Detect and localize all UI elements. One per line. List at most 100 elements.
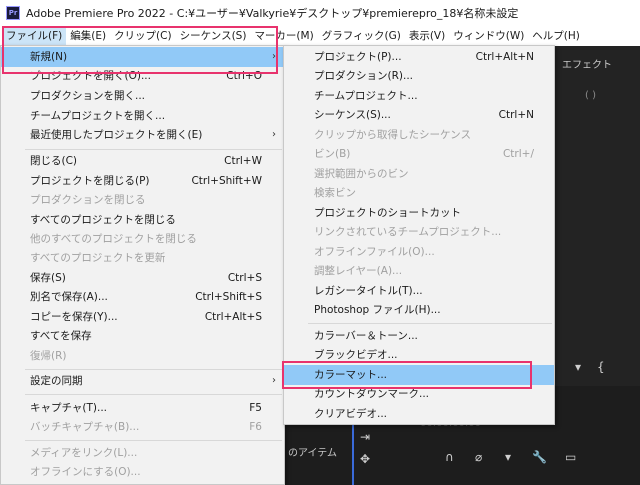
new-menu-project[interactable]: プロジェクト(P)... Ctrl+Alt+N [284,47,554,67]
menu-item-shortcut: Ctrl+Alt+S [204,310,262,323]
file-menu-open-team-project[interactable]: チームプロジェクトを開く... [1,106,284,126]
file-menu-open-recent[interactable]: 最近使用したプロジェクトを開く(E) › [1,125,284,145]
file-menu-close-other-projects[interactable]: 他のすべてのプロジェクトを閉じる [1,229,284,249]
new-menu-linked-team-project[interactable]: リンクされているチームプロジェクト... [284,222,554,242]
menu-view[interactable]: 表示(V) [405,27,449,45]
menu-separator [25,440,282,441]
menu-item-shortcut: Ctrl+W [224,154,262,167]
menu-item-shortcut: Ctrl+N [498,108,534,121]
menu-item-label: チームプロジェクトを開く... [30,110,166,123]
menu-item-label: 他のすべてのプロジェクトを閉じる [30,233,197,246]
new-menu-production[interactable]: プロダクション(R)... [284,66,554,86]
background-panel-top-right [555,46,640,386]
menu-item-label: クリップから取得したシーケンス [314,129,471,142]
menu-item-label: バッチキャプチャ(B)... [30,421,140,434]
menu-item-label: ビン(B) [314,148,351,161]
panel-paren: ( ) [585,90,596,101]
file-menu-dropdown: 新規(N) › プロジェクトを開く(O)... Ctrl+O プロダクションを開… [0,45,285,485]
menu-separator [25,149,282,150]
window-title: Adobe Premiere Pro 2022 - C:¥ユーザー¥Valkyr… [26,7,519,20]
new-menu-bin[interactable]: ビン(B) Ctrl+/ [284,144,554,164]
menu-item-shortcut: Ctrl+Shift+W [191,174,262,187]
chevron-right-icon: › [272,375,276,387]
new-menu-offline-file[interactable]: オフラインファイル(O)... [284,242,554,262]
new-menu-search-bin[interactable]: 検索ビン [284,183,554,203]
menu-item-label: プロジェクト(P)... [314,51,402,64]
menu-item-shortcut: F6 [249,420,262,433]
file-menu-save-copy[interactable]: コピーを保存(Y)... Ctrl+Alt+S [1,307,284,327]
menu-item-label: キャプチャ(T)... [30,402,108,415]
ripple-edit-icon[interactable]: ✥ [360,452,370,466]
menu-item-label: すべてを保存 [30,330,92,343]
menu-item-shortcut: Ctrl+/ [502,147,534,160]
menu-separator [308,323,552,324]
new-menu-bin-from-selection[interactable]: 選択範囲からのビン [284,164,554,184]
menu-item-label: 別名で保存(A)... [30,291,108,304]
menu-item-label: 閉じる(C) [30,155,78,168]
new-menu-sequence-from-clip[interactable]: クリップから取得したシーケンス [284,125,554,145]
file-menu-revert[interactable]: 復帰(R) [1,346,284,366]
menu-item-label: 設定の同期 [30,375,83,388]
menu-item-label: プロジェクトのショートカット [314,207,461,220]
menu-item-label: すべてのプロジェクトを更新 [30,252,166,265]
file-menu-refresh-all[interactable]: すべてのプロジェクトを更新 [1,248,284,268]
file-menu-save-all[interactable]: すべてを保存 [1,326,284,346]
menu-item-label: チームプロジェクト... [314,90,418,103]
menu-item-label: 最近使用したプロジェクトを開く(E) [30,129,203,142]
premiere-app-icon: Pr [6,6,20,20]
menu-item-label: 選択範囲からのビン [314,168,409,181]
new-menu-team-project[interactable]: チームプロジェクト... [284,86,554,106]
menu-item-label: 復帰(R) [30,350,67,363]
menu-item-label: すべてのプロジェクトを閉じる [30,214,176,227]
menu-item-shortcut: Ctrl+S [227,271,262,284]
file-menu-link-media[interactable]: メディアをリンク(L)... [1,443,284,463]
new-menu-project-shortcut[interactable]: プロジェクトのショートカット [284,203,554,223]
file-menu-sync-settings[interactable]: 設定の同期 › [1,371,284,391]
file-menu-capture[interactable]: キャプチャ(T)... F5 [1,398,284,418]
marker-add-icon[interactable]: ▾ [505,450,511,464]
file-menu-close-production[interactable]: プロダクションを閉じる [1,190,284,210]
menu-item-label: プロダクション(R)... [314,70,414,83]
wrench-icon[interactable]: 🔧 [532,450,547,464]
new-menu-sequence[interactable]: シーケンス(S)... Ctrl+N [284,105,554,125]
menu-separator [25,394,282,395]
menu-separator [25,369,282,370]
menu-item-label: リンクされているチームプロジェクト... [314,226,502,239]
menu-graphics[interactable]: グラフィック(G) [318,27,405,45]
menu-item-label: カラーバー＆トーン... [314,330,418,343]
new-menu-photoshop-file[interactable]: Photoshop ファイル(H)... [284,300,554,320]
file-menu-close[interactable]: 閉じる(C) Ctrl+W [1,151,284,171]
menu-item-label: コピーを保存(Y)... [30,311,118,324]
file-menu-close-all-projects[interactable]: すべてのプロジェクトを閉じる [1,210,284,230]
menu-item-label: クリアビデオ... [314,408,388,421]
file-menu-save-as[interactable]: 別名で保存(A)... Ctrl+Shift+S [1,287,284,307]
chevron-right-icon: › [272,129,276,141]
menu-item-label: ブラックビデオ... [314,349,398,362]
snap-icon[interactable]: ∩ [445,450,454,464]
file-menu-close-project[interactable]: プロジェクトを閉じる(P) Ctrl+Shift+W [1,171,284,191]
captions-icon[interactable]: ▭ [565,450,576,464]
menu-item-label: 検索ビン [314,187,356,200]
in-point-icon[interactable]: { [597,360,605,374]
file-menu-open-production[interactable]: プロダクションを開く... [1,86,284,106]
title-bar: Pr Adobe Premiere Pro 2022 - C:¥ユーザー¥Val… [0,0,640,26]
new-menu-legacy-title[interactable]: レガシータイトル(T)... [284,281,554,301]
file-menu-batch-capture[interactable]: バッチキャプチャ(B)... F6 [1,417,284,437]
linked-icon[interactable]: ⌀ [475,450,482,464]
menu-item-label: メディアをリンク(L)... [30,447,138,460]
track-select-icon[interactable]: ⇥ [360,430,370,444]
file-menu-make-offline[interactable]: オフラインにする(O)... [1,462,284,482]
file-menu-save[interactable]: 保存(S) Ctrl+S [1,268,284,288]
menu-item-label: プロダクションを閉じる [30,194,146,207]
timeline-divider [352,425,354,485]
menu-item-shortcut: F5 [249,401,262,414]
menu-window[interactable]: ウィンドウ(W) [449,27,528,45]
project-items-label: のアイテム [288,448,337,459]
new-menu-transparent-video[interactable]: クリアビデオ... [284,404,554,424]
effects-tab[interactable]: エフェクト [562,56,612,71]
marker-icon[interactable]: ▾ [575,360,581,374]
new-menu-adjustment-layer[interactable]: 調整レイヤー(A)... [284,261,554,281]
new-menu-bars-and-tone[interactable]: カラーバー＆トーン... [284,326,554,346]
menu-item-label: 保存(S) [30,272,66,285]
menu-help[interactable]: ヘルプ(H) [528,27,584,45]
